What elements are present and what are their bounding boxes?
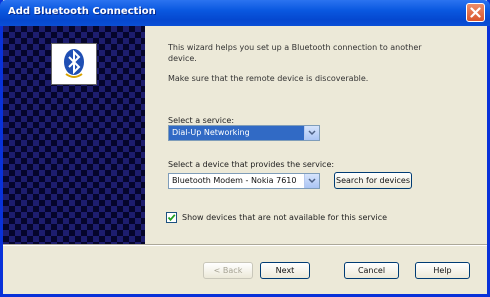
help-button[interactable]: Help bbox=[415, 262, 470, 279]
search-devices-button[interactable]: Search for devices bbox=[334, 172, 412, 189]
wizard-side-panel bbox=[3, 26, 145, 244]
close-icon bbox=[470, 7, 481, 18]
device-dropdown-button[interactable] bbox=[304, 174, 319, 188]
show-devices-checkbox[interactable] bbox=[166, 212, 177, 223]
wizard-content: This wizard helps you set up a Bluetooth… bbox=[166, 26, 487, 244]
device-select-value: Bluetooth Modem - Nokia 7610 bbox=[172, 176, 297, 185]
bluetooth-icon bbox=[64, 49, 84, 78]
checkmark-icon bbox=[167, 214, 176, 222]
button-divider bbox=[3, 244, 487, 246]
next-button[interactable]: Next bbox=[260, 262, 310, 279]
show-devices-label: Show devices that are not available for … bbox=[182, 213, 388, 222]
chevron-down-icon bbox=[308, 178, 316, 184]
service-label: Select a service: bbox=[168, 116, 235, 125]
service-select[interactable]: Dial-Up Networking bbox=[168, 125, 320, 141]
close-button[interactable] bbox=[466, 3, 485, 22]
window-title: Add Bluetooth Connection bbox=[8, 6, 156, 17]
discoverable-hint: Make sure that the remote device is disc… bbox=[168, 74, 369, 83]
add-bluetooth-connection-dialog: Add Bluetooth Connection This wizard hel… bbox=[0, 0, 490, 297]
wizard-description: This wizard helps you set up a Bluetooth… bbox=[168, 43, 422, 63]
title-bar[interactable]: Add Bluetooth Connection bbox=[0, 0, 490, 26]
service-dropdown-button[interactable] bbox=[304, 126, 319, 140]
device-label: Select a device that provides the servic… bbox=[168, 160, 335, 169]
service-select-value: Dial-Up Networking bbox=[169, 126, 305, 140]
device-select[interactable]: Bluetooth Modem - Nokia 7610 bbox=[168, 173, 320, 189]
bluetooth-logo bbox=[51, 43, 97, 85]
back-button[interactable]: < Back bbox=[203, 262, 253, 279]
chevron-down-icon bbox=[308, 130, 316, 136]
cancel-button[interactable]: Cancel bbox=[344, 262, 399, 279]
